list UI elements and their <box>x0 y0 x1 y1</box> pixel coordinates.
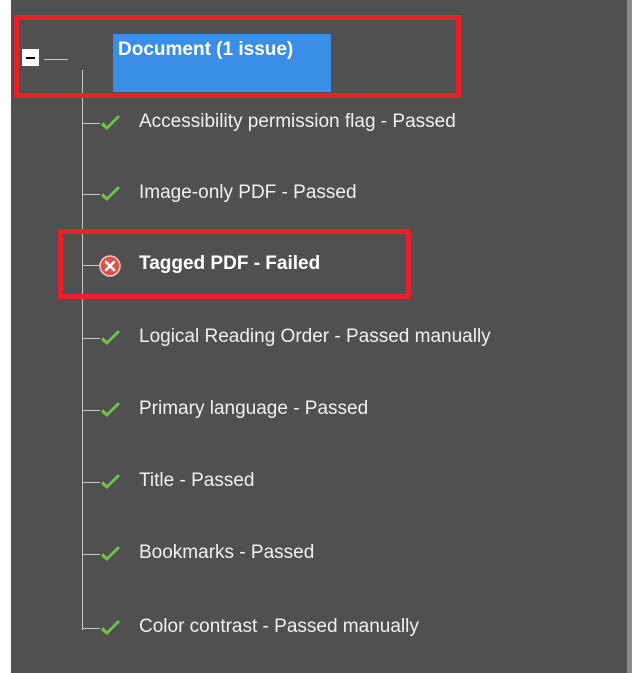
collapse-toggle[interactable] <box>22 49 39 66</box>
panel-border <box>627 0 632 673</box>
tree-root-document[interactable]: Document (1 issue) <box>113 34 331 92</box>
tree-connector <box>44 59 68 60</box>
check-icon <box>101 186 120 201</box>
tree-item-label: Color contrast - Passed manually <box>139 616 419 637</box>
tree-item-label: Logical Reading Order - Passed manually <box>139 326 491 347</box>
error-icon <box>99 255 121 277</box>
check-icon <box>101 546 120 561</box>
tree-item-label: Tagged PDF - Failed <box>139 253 321 274</box>
accessibility-checker-panel: Document (1 issue) Accessibility permiss… <box>0 0 632 673</box>
check-icon <box>101 330 120 345</box>
tree-item-label: Primary language - Passed <box>139 398 369 419</box>
tree-item-label: Title - Passed <box>139 470 255 491</box>
tree-item-label: Image-only PDF - Passed <box>139 182 357 203</box>
tree-item-label: Accessibility permission flag - Passed <box>139 111 456 132</box>
check-icon <box>101 474 120 489</box>
tree-item-label: Bookmarks - Passed <box>139 542 315 563</box>
check-icon <box>101 402 120 417</box>
tree-connector <box>82 70 83 630</box>
check-icon <box>101 115 120 130</box>
check-icon <box>101 620 120 635</box>
